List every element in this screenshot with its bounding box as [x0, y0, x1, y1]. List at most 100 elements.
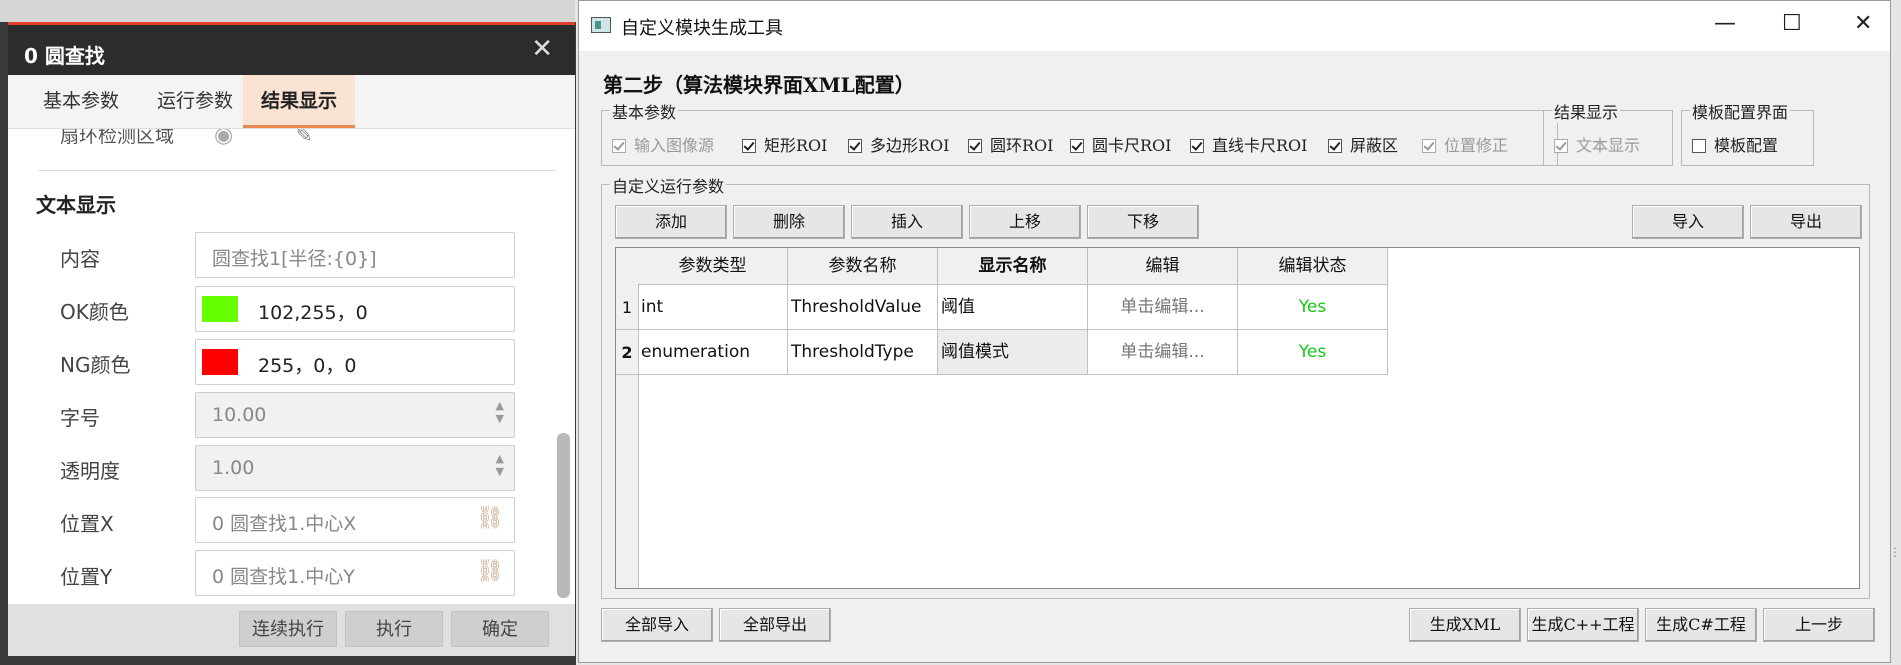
ng-color-swatch[interactable]: [202, 349, 238, 375]
export-all-button[interactable]: 全部导出: [719, 608, 831, 642]
cell-edit[interactable]: 单击编辑...: [1088, 285, 1238, 330]
pos-x-input[interactable]: 0 圆查找1.中心X ⛓: [195, 497, 515, 543]
move-up-button[interactable]: 上移: [969, 205, 1081, 239]
font-size-spinbox[interactable]: 10.00 ▲ ▼: [195, 392, 515, 438]
checkbox-box[interactable]: [1190, 139, 1204, 153]
column-header-edit[interactable]: 编辑: [1088, 248, 1238, 285]
checkbox-input-image[interactable]: 输入图像源: [612, 132, 714, 156]
checkbox-label: 文本显示: [1576, 136, 1641, 155]
import-button[interactable]: 导入: [1632, 205, 1744, 239]
checkbox-box[interactable]: [1328, 139, 1342, 153]
checkbox-line-caliper-roi[interactable]: 直线卡尺ROI: [1190, 132, 1308, 156]
group-title: 基本参数: [610, 99, 679, 123]
add-button[interactable]: 添加: [615, 205, 727, 239]
checkbox-mask-area[interactable]: 屏蔽区: [1328, 132, 1398, 156]
module-generator-window: 自定义模块生成工具 — ☐ ✕ 第二步（算法模块界面XML配置） 基本参数 输入…: [578, 0, 1891, 663]
pos-y-label: 位置Y: [60, 565, 113, 589]
checkbox-circle-caliper-roi[interactable]: 圆卡尺ROI: [1070, 132, 1172, 156]
checkbox-box[interactable]: [1554, 139, 1568, 153]
delete-button[interactable]: 删除: [733, 205, 845, 239]
generate-cpp-project-button[interactable]: 生成C++工程: [1527, 608, 1639, 642]
checkbox-label: 屏蔽区: [1350, 136, 1399, 155]
checkbox-label: 矩形ROI: [764, 136, 828, 155]
checkbox-label: 圆环ROI: [990, 136, 1054, 155]
import-all-button[interactable]: 全部导入: [601, 608, 713, 642]
checkbox-box[interactable]: [848, 139, 862, 153]
column-header-param-name[interactable]: 参数名称: [788, 248, 938, 285]
section-title-text-display: 文本显示: [36, 193, 116, 217]
content-label: 内容: [60, 247, 100, 271]
close-icon[interactable]: ✕: [1854, 11, 1872, 36]
cell-display-name[interactable]: 阈值: [938, 285, 1088, 330]
checkbox-rect-roi[interactable]: 矩形ROI: [742, 132, 828, 156]
ng-color-field[interactable]: 255，0，0: [195, 339, 515, 385]
spin-arrows-icon[interactable]: ▲ ▼: [496, 399, 504, 425]
column-header-param-type[interactable]: 参数类型: [638, 248, 788, 285]
checkbox-position-correction[interactable]: 位置修正: [1422, 132, 1508, 156]
minimize-icon[interactable]: —: [1714, 11, 1736, 36]
checkbox-label: 多边形ROI: [870, 136, 950, 155]
opacity-spinbox[interactable]: 1.00 ▲ ▼: [195, 445, 515, 491]
move-down-button[interactable]: 下移: [1087, 205, 1199, 239]
cell-param-name[interactable]: ThresholdType: [788, 330, 938, 375]
pos-x-value: 0 圆查找1.中心X: [212, 513, 357, 535]
tab-result-display[interactable]: 结果显示: [243, 75, 355, 128]
checkbox-box[interactable]: [612, 139, 626, 153]
checkbox-ring-roi[interactable]: 圆环ROI: [968, 132, 1054, 156]
run-button[interactable]: 执行: [345, 611, 443, 647]
left-panel-titlebar: 0 圆查找 ✕: [8, 25, 575, 75]
cell-display-name[interactable]: 阈值模式: [938, 330, 1088, 375]
link-icon[interactable]: ⛓: [476, 506, 504, 531]
ng-color-label: NG颜色: [60, 353, 131, 377]
checkbox-text-display[interactable]: 文本显示: [1554, 132, 1640, 156]
cell-param-type[interactable]: int: [638, 285, 788, 330]
close-icon[interactable]: ✕: [531, 34, 553, 64]
link-icon[interactable]: ⛓: [476, 559, 504, 584]
cell-param-name[interactable]: ThresholdValue: [788, 285, 938, 330]
eye-icon[interactable]: ◉: [214, 129, 233, 148]
group-title: 自定义运行参数: [610, 173, 727, 197]
checkbox-box[interactable]: [742, 139, 756, 153]
font-size-value: 10.00: [212, 404, 267, 426]
ok-color-field[interactable]: 102,255，0: [195, 286, 515, 332]
checkbox-label: 模板配置: [1714, 136, 1779, 155]
content-input[interactable]: 圆查找1[半径:{0}]: [195, 232, 515, 278]
checkbox-box[interactable]: [968, 139, 982, 153]
ok-button[interactable]: 确定: [451, 611, 549, 647]
checkbox-label: 圆卡尺ROI: [1092, 136, 1172, 155]
table-corner[interactable]: [616, 248, 639, 286]
generate-csharp-project-button[interactable]: 生成C#工程: [1645, 608, 1757, 642]
cell-param-type[interactable]: enumeration: [638, 330, 788, 375]
step-title: 第二步（算法模块界面XML配置）: [603, 73, 915, 97]
checkbox-polygon-roi[interactable]: 多边形ROI: [848, 132, 950, 156]
opacity-label: 透明度: [60, 459, 120, 483]
maximize-icon[interactable]: ☐: [1782, 11, 1802, 36]
generate-xml-button[interactable]: 生成XML: [1409, 608, 1521, 642]
edit-icon[interactable]: ✎: [296, 129, 313, 147]
checkbox-box[interactable]: [1422, 139, 1436, 153]
column-header-edit-status[interactable]: 编辑状态: [1238, 248, 1388, 285]
checkbox-box[interactable]: [1070, 139, 1084, 153]
row-index[interactable]: 2: [616, 330, 638, 375]
cell-edit-status[interactable]: Yes: [1238, 285, 1388, 330]
row-index[interactable]: 1: [616, 285, 638, 330]
app-icon: [591, 17, 611, 33]
cell-edit[interactable]: 单击编辑...: [1088, 330, 1238, 375]
cell-edit-status[interactable]: Yes: [1238, 330, 1388, 375]
spin-arrows-icon[interactable]: ▲ ▼: [496, 452, 504, 478]
previous-step-button[interactable]: 上一步: [1763, 608, 1875, 642]
sector-detect-label: 扇环检测区域: [60, 129, 175, 147]
insert-button[interactable]: 插入: [851, 205, 963, 239]
tab-basic-params[interactable]: 基本参数: [26, 75, 136, 128]
left-panel-scrollbar[interactable]: [557, 433, 570, 598]
column-header-display-name[interactable]: 显示名称: [938, 248, 1088, 285]
checkbox-template-config[interactable]: 模板配置: [1692, 132, 1778, 156]
export-button[interactable]: 导出: [1750, 205, 1862, 239]
checkbox-box[interactable]: [1692, 139, 1706, 153]
pos-y-input[interactable]: 0 圆查找1.中心Y ⛓: [195, 550, 515, 596]
result-display-group: 结果显示 文本显示: [1543, 99, 1673, 166]
tab-run-params[interactable]: 运行参数: [140, 75, 250, 128]
run-continuous-button[interactable]: 连续执行: [239, 611, 337, 647]
ok-color-swatch[interactable]: [202, 296, 238, 322]
basic-params-group: 基本参数 输入图像源 矩形ROI 多边形ROI 圆环ROI 圆卡尺ROI 直线卡…: [601, 99, 1558, 166]
